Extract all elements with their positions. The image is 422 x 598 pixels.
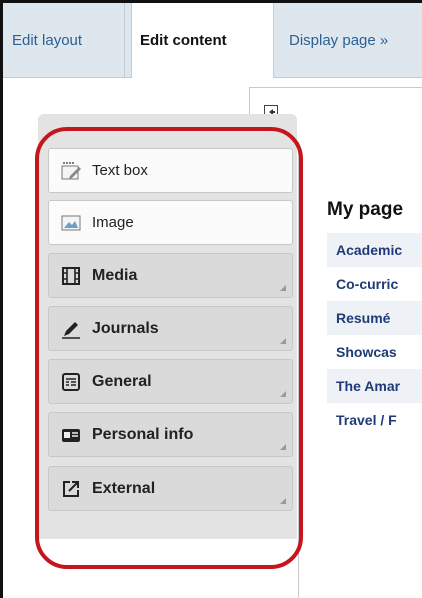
resize-grip-icon: [280, 391, 286, 397]
page-link-list: Academic Co-curric Resumé Showcas The Am…: [327, 233, 422, 437]
resize-grip-icon: [280, 285, 286, 291]
page-link[interactable]: Resumé: [327, 301, 422, 335]
block-external[interactable]: External: [48, 466, 293, 511]
block-personal-info[interactable]: Personal info: [48, 412, 293, 457]
image-icon: [60, 212, 82, 234]
block-image[interactable]: Image: [48, 200, 293, 245]
block-label: Media: [92, 266, 138, 284]
tab-display-page[interactable]: Display page »: [281, 3, 422, 77]
block-journals[interactable]: Journals: [48, 306, 293, 351]
tab-divider: [124, 3, 125, 77]
general-list-icon: [60, 371, 82, 393]
tab-bar: Edit layout Edit content Display page »: [3, 3, 422, 78]
block-general[interactable]: General: [48, 359, 293, 404]
page-link[interactable]: Academic: [327, 233, 422, 267]
block-label: General: [92, 372, 152, 390]
block-text-box[interactable]: Text box: [48, 148, 293, 193]
block-label: Text box: [92, 162, 148, 179]
block-label: External: [92, 479, 156, 497]
page-link[interactable]: Showcas: [327, 335, 422, 369]
resize-grip-icon: [280, 444, 286, 450]
content-top-border: [290, 87, 422, 88]
pen-icon: [60, 318, 82, 340]
page-title: My page: [327, 199, 404, 220]
id-card-icon: [60, 424, 82, 446]
content-left-border: [298, 142, 299, 598]
page-link[interactable]: Travel / F: [327, 403, 422, 437]
page-link[interactable]: The Amar: [327, 369, 422, 403]
external-link-icon: [60, 478, 82, 500]
block-media[interactable]: Media: [48, 253, 293, 298]
block-label: Personal info: [92, 425, 194, 443]
block-label: Image: [92, 214, 134, 231]
tab-edit-content[interactable]: Edit content: [131, 3, 274, 78]
resize-grip-icon: [280, 498, 286, 504]
block-label: Journals: [92, 319, 159, 337]
resize-grip-icon: [280, 338, 286, 344]
tab-edit-layout[interactable]: Edit layout: [3, 3, 121, 77]
film-icon: [60, 265, 82, 287]
text-box-icon: [60, 160, 82, 182]
page-link[interactable]: Co-curric: [327, 267, 422, 301]
